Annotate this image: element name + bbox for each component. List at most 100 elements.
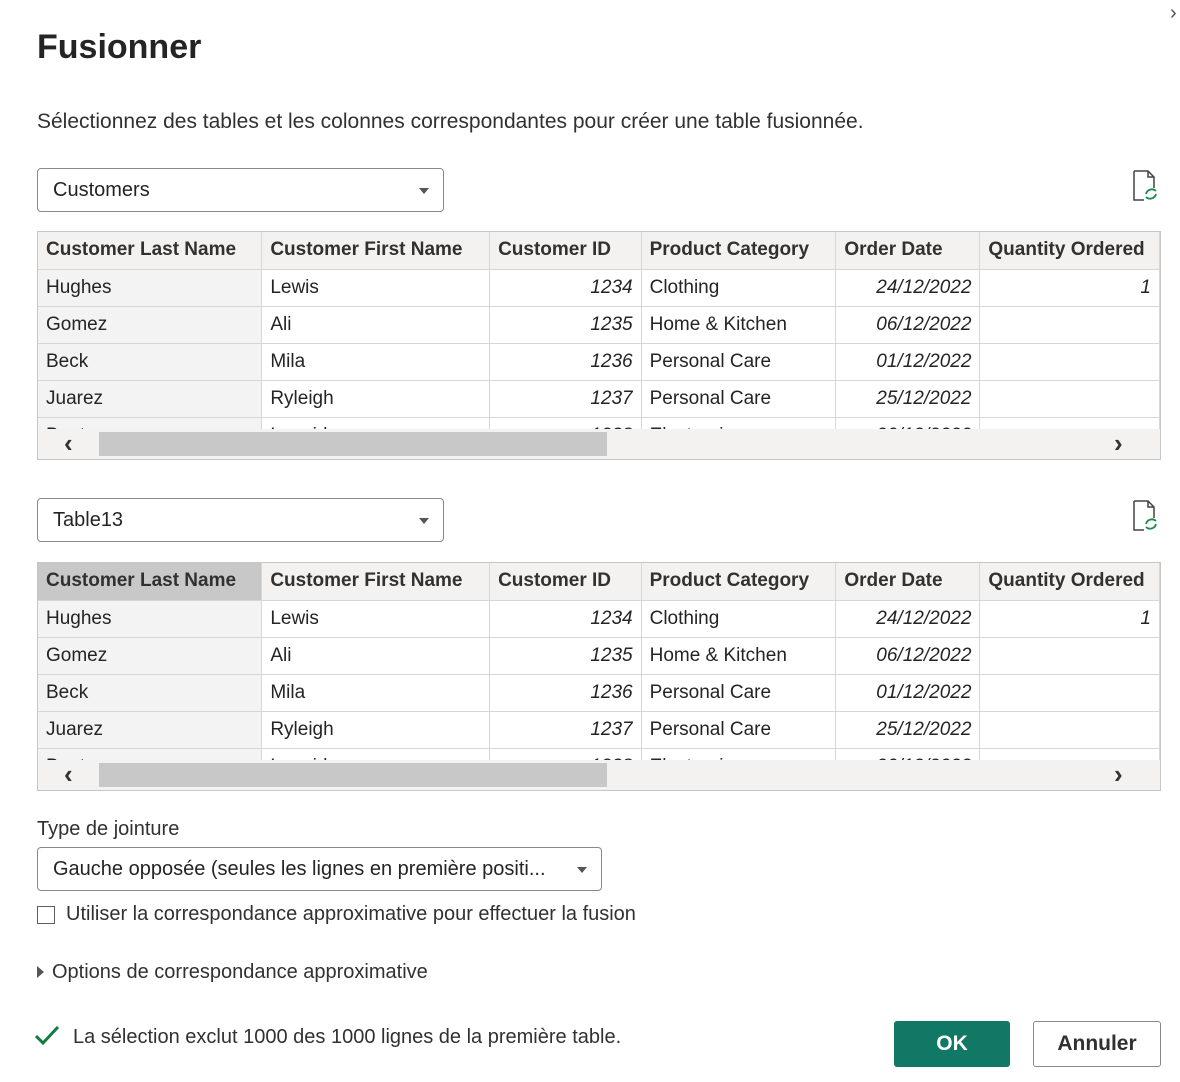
cell: 24/12/2022: [835, 269, 981, 307]
fuzzy-options-expander[interactable]: Options de correspondance approximative: [52, 961, 428, 984]
cell: Ali: [261, 306, 491, 344]
table-row: Hughes Lewis 1234 Clothing 24/12/2022 1: [38, 600, 1160, 638]
cell: [979, 380, 1160, 418]
cell: Home & Kitchen: [641, 306, 837, 344]
chevron-down-icon: [419, 518, 429, 524]
column-header-quantity[interactable]: Quantity Ordered: [979, 232, 1160, 270]
join-type-label: Type de jointure: [37, 818, 180, 840]
table1-select[interactable]: Customers: [37, 168, 444, 212]
cell: 01/12/2022: [835, 674, 981, 712]
cell: Juarez: [38, 711, 263, 749]
cell: 25/12/2022: [835, 380, 981, 418]
table-row: Beck Mila 1236 Personal Care 01/12/2022: [38, 674, 1160, 712]
cell: [979, 306, 1160, 344]
cell: Beck: [38, 674, 263, 712]
cell: 1236: [489, 674, 642, 712]
cell: Personal Care: [641, 380, 837, 418]
table1-grid: Customer Last Name Customer First Name C…: [38, 232, 1160, 455]
chevron-down-icon: [577, 867, 587, 873]
cell: 01/12/2022: [835, 343, 981, 381]
cell: Personal Care: [641, 343, 837, 381]
cell: Ryleigh: [261, 711, 491, 749]
cell: 06/12/2022: [835, 306, 981, 344]
scrollbar-thumb[interactable]: [99, 763, 607, 787]
fuzzy-match-checkbox[interactable]: [37, 906, 55, 924]
table-row: Gomez Ali 1235 Home & Kitchen 06/12/2022: [38, 637, 1160, 675]
cell: 1234: [489, 269, 642, 307]
status-message: La sélection exclut 1000 des 1000 lignes…: [73, 1026, 622, 1048]
cell: 06/12/2022: [835, 637, 981, 675]
table-header-row: Customer Last Name Customer First Name C…: [38, 232, 1160, 270]
cell: [979, 711, 1160, 749]
cell: Hughes: [38, 600, 263, 638]
cell: Home & Kitchen: [641, 637, 837, 675]
column-header-quantity[interactable]: Quantity Ordered: [979, 563, 1160, 601]
ok-button[interactable]: OK: [894, 1021, 1010, 1067]
cell: Mila: [261, 674, 491, 712]
column-header-order-date[interactable]: Order Date: [835, 232, 981, 270]
table2-select[interactable]: Table13: [37, 498, 444, 542]
column-header-product-category[interactable]: Product Category: [641, 563, 837, 601]
cell: 1237: [489, 711, 642, 749]
fuzzy-match-label[interactable]: Utiliser la correspondance approximative…: [66, 903, 636, 926]
cell: Ali: [261, 637, 491, 675]
cell: Mila: [261, 343, 491, 381]
horizontal-scrollbar[interactable]: ‹ ›: [38, 428, 1160, 459]
refresh-preview-icon[interactable]: [1132, 170, 1158, 202]
dialog-subtitle: Sélectionnez des tables et les colonnes …: [37, 110, 864, 133]
column-header-first-name[interactable]: Customer First Name: [261, 232, 491, 270]
cell: Personal Care: [641, 674, 837, 712]
column-header-customer-id[interactable]: Customer ID: [489, 563, 642, 601]
cell: 1235: [489, 637, 642, 675]
chevron-down-icon: [419, 188, 429, 194]
cell: Beck: [38, 343, 263, 381]
scrollbar-thumb[interactable]: [99, 432, 607, 456]
join-type-select[interactable]: Gauche opposée (seules les lignes en pre…: [37, 847, 602, 891]
table1-preview: Customer Last Name Customer First Name C…: [37, 231, 1161, 460]
cancel-button[interactable]: Annuler: [1033, 1021, 1161, 1067]
expand-arrow-icon[interactable]: [37, 966, 44, 978]
scroll-left-icon[interactable]: ‹: [64, 428, 73, 459]
cell: 1235: [489, 306, 642, 344]
cell: Juarez: [38, 380, 263, 418]
cell: 1236: [489, 343, 642, 381]
table-row: Beck Mila 1236 Personal Care 01/12/2022: [38, 343, 1160, 381]
scroll-right-icon[interactable]: ›: [1114, 759, 1123, 790]
cell: 24/12/2022: [835, 600, 981, 638]
scroll-left-icon[interactable]: ‹: [64, 759, 73, 790]
cell: 1: [979, 600, 1160, 638]
cell: [979, 674, 1160, 712]
cell: Gomez: [38, 306, 263, 344]
column-header-customer-id[interactable]: Customer ID: [489, 232, 642, 270]
column-header-first-name[interactable]: Customer First Name: [261, 563, 491, 601]
scroll-right-icon[interactable]: ›: [1114, 428, 1123, 459]
join-type-value: Gauche opposée (seules les lignes en pre…: [53, 858, 546, 880]
column-header-order-date[interactable]: Order Date: [835, 563, 981, 601]
horizontal-scrollbar[interactable]: ‹ ›: [38, 759, 1160, 790]
column-header-last-name[interactable]: Customer Last Name: [38, 563, 263, 601]
table2-select-value: Table13: [53, 509, 124, 531]
cell: 1237: [489, 380, 642, 418]
cell: Personal Care: [641, 711, 837, 749]
column-header-product-category[interactable]: Product Category: [641, 232, 837, 270]
cell: Ryleigh: [261, 380, 491, 418]
cell: Clothing: [641, 600, 837, 638]
column-header-last-name[interactable]: Customer Last Name: [38, 232, 263, 270]
table2-preview: Customer Last Name Customer First Name C…: [37, 562, 1161, 791]
cell: [979, 343, 1160, 381]
cell: Lewis: [261, 269, 491, 307]
cell: Clothing: [641, 269, 837, 307]
cell: 25/12/2022: [835, 711, 981, 749]
cell: Lewis: [261, 600, 491, 638]
table1-select-value: Customers: [53, 179, 150, 201]
cell: 1: [979, 269, 1160, 307]
table-row: Hughes Lewis 1234 Clothing 24/12/2022 1: [38, 269, 1160, 307]
table-row: Juarez Ryleigh 1237 Personal Care 25/12/…: [38, 711, 1160, 749]
refresh-preview-icon[interactable]: [1132, 500, 1158, 532]
close-icon[interactable]: ›: [1170, 2, 1177, 25]
cell: [979, 637, 1160, 675]
table2-grid: Customer Last Name Customer First Name C…: [38, 563, 1160, 786]
cell: 1234: [489, 600, 642, 638]
table-row: Juarez Ryleigh 1237 Personal Care 25/12/…: [38, 380, 1160, 418]
cell: Hughes: [38, 269, 263, 307]
